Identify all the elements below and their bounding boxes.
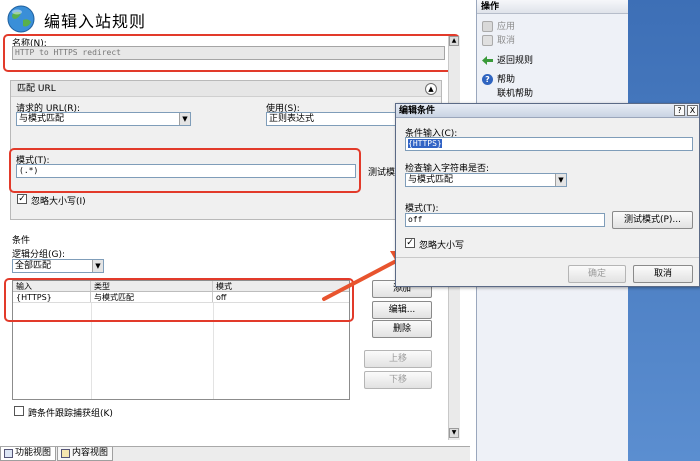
page-title: 编辑入站规则 <box>44 12 147 31</box>
chevron-down-icon: ▼ <box>179 113 190 125</box>
apply-action[interactable]: 应用 <box>477 20 629 34</box>
requested-url-select[interactable]: 与模式匹配 ▼ <box>16 112 191 126</box>
tab-content-view[interactable]: 内容视图 <box>57 447 114 461</box>
chevron-down-icon: ▼ <box>555 174 566 186</box>
online-help-action[interactable]: 联机帮助 <box>477 87 629 101</box>
scroll-down-icon[interactable]: ▼ <box>449 428 459 438</box>
collapse-icon[interactable]: ▲ <box>425 83 437 95</box>
cancel-label: 取消 <box>497 36 516 46</box>
apply-icon <box>482 21 493 32</box>
check-value: 与模式匹配 <box>408 175 454 185</box>
back-arrow-icon <box>482 56 493 65</box>
dialog-title: 编辑条件 <box>396 104 699 118</box>
ok-button[interactable]: 确定 <box>568 265 626 283</box>
apply-label: 应用 <box>497 22 516 32</box>
remove-condition-button[interactable]: 删除 <box>372 320 432 338</box>
globe-icon <box>7 5 35 33</box>
dialog-cancel-button[interactable]: 取消 <box>633 265 693 283</box>
pattern-highlight <box>9 148 361 193</box>
requested-url-value: 与模式匹配 <box>19 114 65 124</box>
track-groups-checkbox[interactable] <box>14 406 24 416</box>
cancel-action[interactable]: 取消 <box>477 34 629 48</box>
ignore-case-label: 忽略大小写(I) <box>31 197 86 207</box>
features-view-icon <box>4 449 13 458</box>
track-groups-label: 跨条件跟踪捕获组(K) <box>28 409 113 419</box>
tab-content-label: 内容视图 <box>72 448 109 458</box>
chevron-down-icon: ▼ <box>92 260 103 272</box>
check-select[interactable]: 与模式匹配 ▼ <box>405 173 567 187</box>
condition-row-highlight <box>4 278 354 322</box>
cancel-icon <box>482 35 493 46</box>
help-icon: ? <box>482 74 493 85</box>
logical-group-value: 全部匹配 <box>15 261 52 271</box>
back-to-rules-label: 返回规则 <box>497 56 534 66</box>
dialog-ignore-case-checkbox[interactable]: ✓ <box>405 238 415 248</box>
help-action[interactable]: ? 帮助 <box>477 73 629 87</box>
match-url-header: 匹配 URL <box>11 81 441 97</box>
actions-title: 操作 <box>477 0 628 14</box>
tab-features-label: 功能视图 <box>15 448 52 458</box>
conditions-header: 条件 <box>12 236 31 246</box>
dialog-pattern-input[interactable]: off <box>405 213 605 227</box>
logical-group-select[interactable]: 全部匹配 ▼ <box>12 259 104 273</box>
dialog-close-icon[interactable]: X <box>687 105 698 116</box>
using-value: 正则表达式 <box>269 114 315 124</box>
dialog-divider <box>396 257 699 258</box>
name-highlight <box>3 34 460 72</box>
move-down-button[interactable]: 下移 <box>364 371 432 389</box>
scroll-up-icon[interactable]: ▲ <box>449 36 459 46</box>
condition-input-field[interactable]: {HTTPS} <box>405 137 693 151</box>
dialog-ignore-case-label: 忽略大小写 <box>419 241 465 251</box>
back-to-rules-action[interactable]: 返回规则 <box>477 54 629 68</box>
tab-features-view[interactable]: 功能视图 <box>0 447 57 461</box>
dialog-help-icon[interactable]: ? <box>674 105 685 116</box>
test-pattern-dialog-button[interactable]: 测试模式(P)... <box>612 211 693 229</box>
view-tabs: 功能视图 内容视图 <box>0 446 470 461</box>
test-pattern-button[interactable]: 测试模 <box>368 165 395 178</box>
content-view-icon <box>61 449 70 458</box>
move-up-button[interactable]: 上移 <box>364 350 432 368</box>
help-label: 帮助 <box>497 75 516 85</box>
condition-input-value: {HTTPS} <box>408 139 442 148</box>
ignore-case-checkbox[interactable]: ✓ <box>17 194 27 204</box>
edit-condition-dialog: 编辑条件 ? X 条件输入(C): {HTTPS} 检查输入字符串是否: 与模式… <box>395 103 700 287</box>
